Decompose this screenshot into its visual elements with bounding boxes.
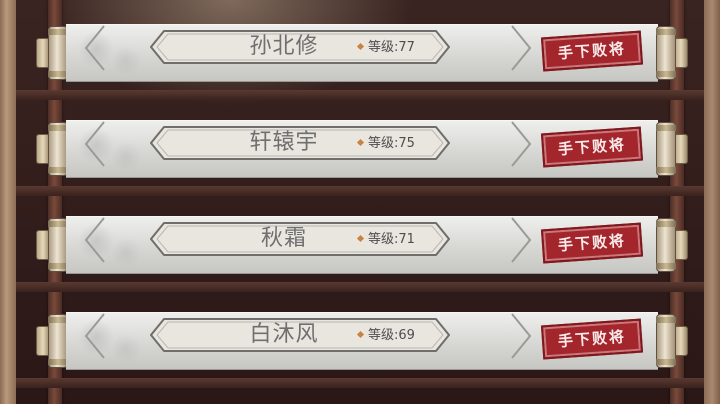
chevron-right-icon <box>511 121 532 167</box>
level-value: 75 <box>398 136 415 151</box>
opponent-level: 等级:75 <box>356 134 444 154</box>
chevron-right-icon <box>511 25 532 71</box>
chevron-left-icon <box>84 217 105 263</box>
level-value: 69 <box>398 328 415 343</box>
defeated-stamp: 手下败将 <box>540 126 644 168</box>
defeated-stamp: 手下败将 <box>540 318 644 360</box>
level-label: 等级: <box>368 40 399 55</box>
shelf-divider <box>16 186 704 196</box>
shelf-divider <box>16 282 704 292</box>
level-label: 等级: <box>368 136 399 151</box>
defeated-stamp: 手下败将 <box>540 30 644 72</box>
level-label: 等级: <box>368 328 399 343</box>
scroll-roller-left <box>36 314 68 368</box>
chevron-left-icon <box>84 313 105 359</box>
name-plate: 轩辕宇 等级:75 <box>150 126 450 160</box>
defeated-opponent-row[interactable]: 轩辕宇 等级:75 手下败将 <box>0 116 720 180</box>
level-value: 77 <box>398 40 415 55</box>
diamond-icon <box>356 234 365 243</box>
chevron-left-icon <box>84 121 105 167</box>
scroll-roller-left <box>36 122 68 176</box>
chevron-right-icon <box>511 313 532 359</box>
diamond-icon <box>356 42 365 51</box>
defeated-opponent-row[interactable]: 秋霜 等级:71 手下败将 <box>0 212 720 276</box>
scroll-roller-left <box>36 26 68 80</box>
scroll-roller-right <box>656 26 688 80</box>
shelf-divider <box>16 378 704 388</box>
scroll-roller-right <box>656 218 688 272</box>
opponent-name: 秋霜 <box>260 226 307 251</box>
level-value: 71 <box>398 232 415 247</box>
defeated-opponent-row[interactable]: 孙北修 等级:77 手下败将 <box>0 20 720 84</box>
opponent-level: 等级:77 <box>356 38 444 58</box>
defeated-opponent-row[interactable]: 白沐风 等级:69 手下败将 <box>0 308 720 372</box>
opponent-level: 等级:69 <box>356 326 444 346</box>
shelf-divider <box>16 90 704 100</box>
name-plate: 秋霜 等级:71 <box>150 222 450 256</box>
chevron-right-icon <box>511 217 532 263</box>
diamond-icon <box>356 138 365 147</box>
opponent-name: 白沐风 <box>249 322 319 347</box>
scroll-roller-right <box>656 122 688 176</box>
diamond-icon <box>356 330 365 339</box>
opponent-name: 轩辕宇 <box>249 130 319 155</box>
level-label: 等级: <box>368 232 399 247</box>
opponent-level: 等级:71 <box>356 230 444 250</box>
scroll-roller-right <box>656 314 688 368</box>
opponent-name: 孙北修 <box>249 34 319 59</box>
chevron-left-icon <box>84 25 105 71</box>
name-plate: 白沐风 等级:69 <box>150 318 450 352</box>
defeated-stamp: 手下败将 <box>540 222 644 264</box>
scroll-roller-left <box>36 218 68 272</box>
name-plate: 孙北修 等级:77 <box>150 30 450 64</box>
